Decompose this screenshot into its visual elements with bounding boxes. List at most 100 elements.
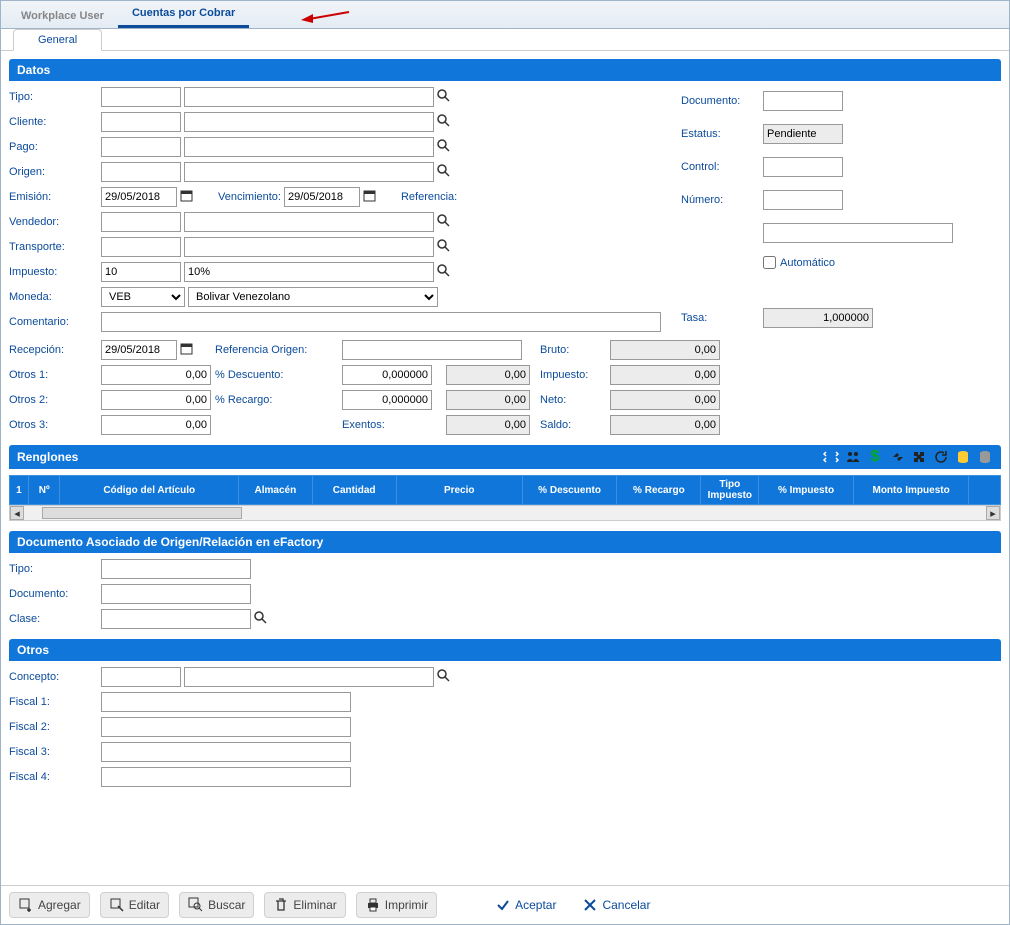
grid-col-codigo[interactable]: Código del Artículo (60, 476, 239, 505)
users-icon[interactable] (845, 449, 861, 465)
subtab-general[interactable]: General (13, 29, 102, 51)
search-icon[interactable] (437, 139, 451, 156)
search-icon[interactable] (437, 264, 451, 281)
search-icon[interactable] (437, 669, 451, 686)
expand-icon[interactable] (823, 449, 839, 465)
grid-col-precio[interactable]: Precio (396, 476, 522, 505)
dollar-icon[interactable]: $ (867, 449, 883, 465)
asoc-tipo-input[interactable] (101, 559, 251, 579)
search-icon[interactable] (437, 114, 451, 131)
grid-col-almacen[interactable]: Almacén (239, 476, 313, 505)
tab-workplace[interactable]: Workplace User (7, 4, 118, 28)
scroll-left-icon[interactable]: ◂ (10, 506, 24, 520)
label-documento: Documento: (681, 95, 759, 107)
aceptar-button[interactable]: Aceptar (487, 893, 564, 917)
database-gray-icon[interactable] (977, 449, 993, 465)
control-input[interactable] (763, 157, 843, 177)
search-icon[interactable] (437, 89, 451, 106)
cancelar-button[interactable]: Cancelar (574, 893, 658, 917)
database-yellow-icon[interactable] (955, 449, 971, 465)
referencia-input[interactable] (763, 223, 953, 243)
eliminar-button[interactable]: Eliminar (264, 892, 345, 918)
grid-col-descuento[interactable]: % Descuento (522, 476, 617, 505)
search-icon[interactable] (437, 239, 451, 256)
transporte-desc-input[interactable] (184, 237, 434, 257)
grid-col-pct-imp[interactable]: % Impuesto (759, 476, 854, 505)
search-icon[interactable] (254, 611, 268, 628)
grid-col-idx[interactable]: 1 (10, 476, 29, 505)
editar-button[interactable]: Editar (100, 892, 169, 918)
recepcion-date-input[interactable] (101, 340, 177, 360)
label-asoc-documento: Documento: (9, 588, 97, 600)
comentario-input[interactable] (101, 312, 661, 332)
tipo-code-input[interactable] (101, 87, 181, 107)
numero-input[interactable] (763, 190, 843, 210)
moneda-select[interactable]: VEB (101, 287, 185, 307)
annotation-arrow (301, 9, 351, 26)
search-icon[interactable] (437, 164, 451, 181)
label-origen: Origen: (9, 166, 97, 178)
otros1-input[interactable] (101, 365, 211, 385)
cliente-desc-input[interactable] (184, 112, 434, 132)
imprimir-button[interactable]: Imprimir (356, 892, 437, 918)
search-icon[interactable] (437, 214, 451, 231)
exentos-input (446, 415, 530, 435)
form-content: Datos Tipo: Cliente: Pago: Origen: Emisi… (1, 51, 1009, 885)
tipo-desc-input[interactable] (184, 87, 434, 107)
label-asoc-clase: Clase: (9, 613, 97, 625)
fiscal2-input[interactable] (101, 717, 351, 737)
grid-col-extra[interactable] (969, 476, 1001, 505)
pct-recargo-input[interactable] (342, 390, 432, 410)
grid-horizontal-scrollbar[interactable]: ◂ ▸ (9, 505, 1001, 521)
fiscal1-input[interactable] (101, 692, 351, 712)
concepto-code-input[interactable] (101, 667, 181, 687)
pct-descuento-input[interactable] (342, 365, 432, 385)
grid-col-recargo[interactable]: % Recargo (617, 476, 701, 505)
scroll-right-icon[interactable]: ▸ (986, 506, 1000, 520)
ref-origen-input[interactable] (342, 340, 522, 360)
origen-desc-input[interactable] (184, 162, 434, 182)
concepto-desc-input[interactable] (184, 667, 434, 687)
asoc-documento-input[interactable] (101, 584, 251, 604)
grid-col-cantidad[interactable]: Cantidad (312, 476, 396, 505)
otros3-input[interactable] (101, 415, 211, 435)
refresh-icon[interactable] (933, 449, 949, 465)
puzzle-icon[interactable] (911, 449, 927, 465)
arrow-icon[interactable] (889, 449, 905, 465)
origen-code-input[interactable] (101, 162, 181, 182)
vendedor-code-input[interactable] (101, 212, 181, 232)
grid-col-no[interactable]: Nº (28, 476, 60, 505)
section-renglones-header: Renglones $ (9, 445, 1001, 469)
transporte-code-input[interactable] (101, 237, 181, 257)
grid-col-tipo-imp[interactable]: Tipo Impuesto (701, 476, 759, 505)
asoc-clase-input[interactable] (101, 609, 251, 629)
pct-descuento-amt (446, 365, 530, 385)
moneda-desc-select[interactable]: Bolivar Venezolano (188, 287, 438, 307)
buscar-button[interactable]: Buscar (179, 892, 254, 918)
impuesto-code-input[interactable] (101, 262, 181, 282)
calendar-icon[interactable] (180, 342, 194, 359)
documento-input[interactable] (763, 91, 843, 111)
cliente-code-input[interactable] (101, 112, 181, 132)
label-transporte: Transporte: (9, 241, 97, 253)
label-estatus: Estatus: (681, 128, 759, 140)
label-exentos: Exentos: (342, 419, 442, 431)
pago-desc-input[interactable] (184, 137, 434, 157)
renglones-grid[interactable]: 1 Nº Código del Artículo Almacén Cantida… (9, 475, 1001, 505)
fiscal4-input[interactable] (101, 767, 351, 787)
grid-col-monto-imp[interactable]: Monto Impuesto (853, 476, 969, 505)
otros2-input[interactable] (101, 390, 211, 410)
calendar-icon[interactable] (363, 189, 377, 206)
vencimiento-date-input[interactable] (284, 187, 360, 207)
impuesto-desc-input[interactable] (184, 262, 434, 282)
calendar-icon[interactable] (180, 189, 194, 206)
emision-date-input[interactable] (101, 187, 177, 207)
automatico-checkbox[interactable] (763, 256, 776, 269)
fiscal3-input[interactable] (101, 742, 351, 762)
tab-cxc[interactable]: Cuentas por Cobrar (118, 1, 249, 28)
pago-code-input[interactable] (101, 137, 181, 157)
label-saldo: Saldo: (540, 419, 606, 431)
agregar-button[interactable]: Agregar (9, 892, 90, 918)
section-asociado-header: Documento Asociado de Origen/Relación en… (9, 531, 1001, 553)
vendedor-desc-input[interactable] (184, 212, 434, 232)
